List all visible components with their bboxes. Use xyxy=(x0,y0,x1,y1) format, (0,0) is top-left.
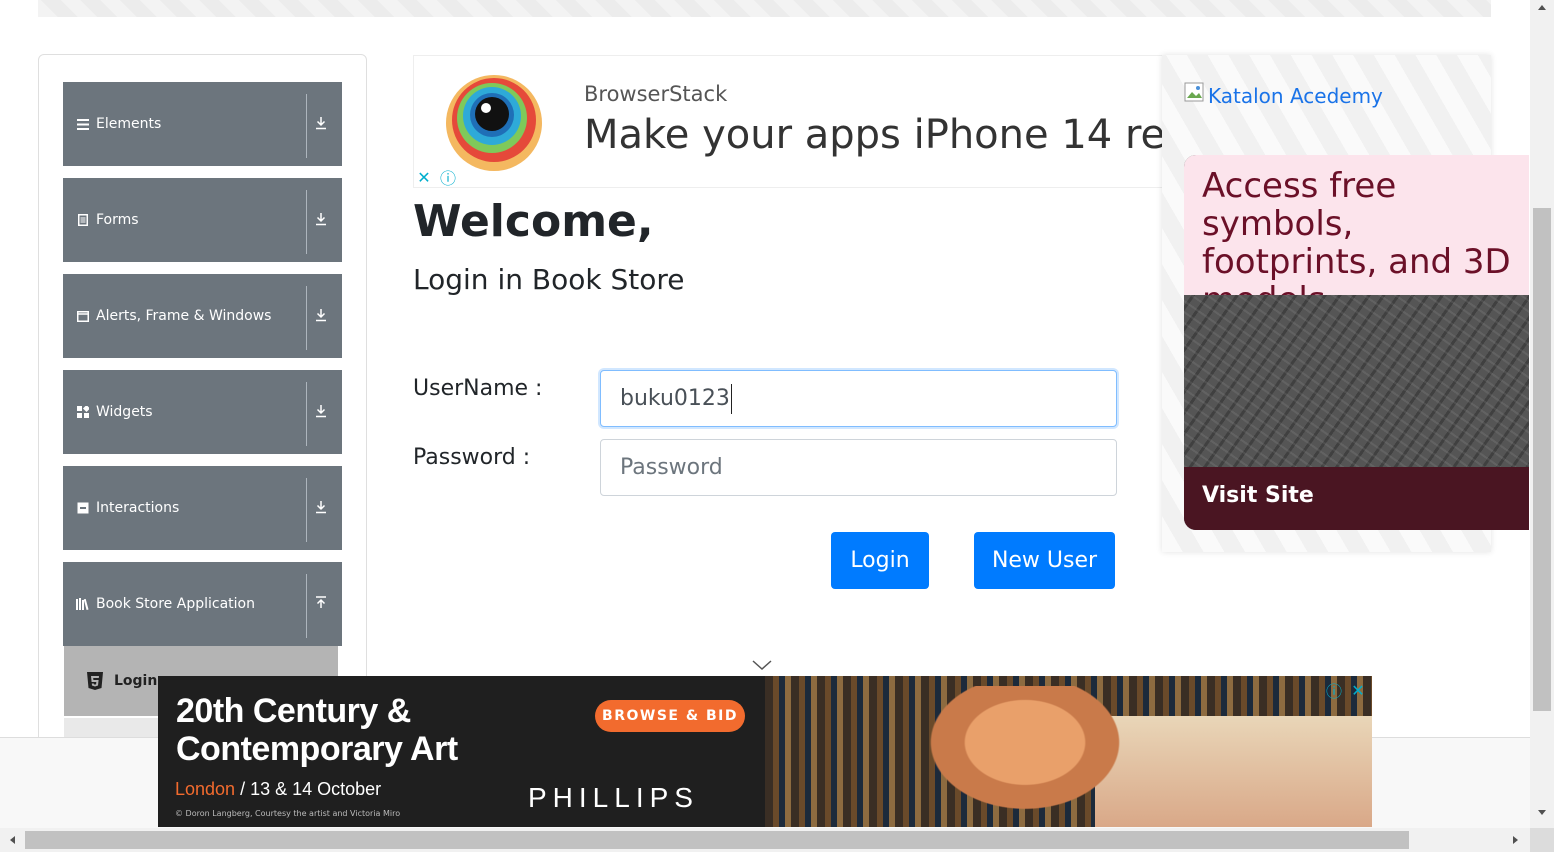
ad-dates: / 13 & 14 October xyxy=(235,779,382,799)
list-icon xyxy=(76,117,90,131)
sidebar-group-elements[interactable]: Elements xyxy=(63,82,342,166)
sidebar-group-label: Interactions xyxy=(96,500,180,516)
download-icon[interactable] xyxy=(315,212,329,228)
interactions-icon xyxy=(76,501,90,515)
ad-info-icon[interactable]: ⓘ xyxy=(438,167,458,188)
scroll-up-icon[interactable] xyxy=(1534,0,1550,14)
password-placeholder: Password xyxy=(620,455,723,480)
html5-icon xyxy=(86,671,104,691)
katalon-ad-link[interactable]: Katalon Acedemy xyxy=(1208,84,1383,108)
sidebar-item-label: Login xyxy=(114,673,158,689)
ad-headline: Make your apps iPhone 14 re xyxy=(584,112,1164,158)
divider xyxy=(306,574,307,638)
vertical-scroll-thumb[interactable] xyxy=(1533,208,1551,711)
sidebar-group-label: Widgets xyxy=(96,404,153,420)
ad-close-icon[interactable]: ✕ xyxy=(414,167,434,187)
ad-left-panel: 20th Century & Contemporary Art BROWSE &… xyxy=(158,676,765,827)
sidebar-group-forms[interactable]: Forms xyxy=(63,178,342,262)
ad-title: 20th Century & Contemporary Art xyxy=(176,692,458,768)
sidebar-group-interactions[interactable]: Interactions xyxy=(63,466,342,550)
scroll-down-icon[interactable] xyxy=(1534,806,1550,820)
ad-card[interactable]: Access free symbols, footprints, and 3D … xyxy=(1184,155,1529,530)
divider xyxy=(306,94,307,158)
widgets-icon xyxy=(76,405,90,419)
chevron-down-icon[interactable] xyxy=(752,658,772,672)
download-icon[interactable] xyxy=(315,404,329,420)
ad-brand-logo: PHILLIPS xyxy=(528,782,699,813)
sidebar-group-alerts-frame-windows[interactable]: Alerts, Frame & Windows xyxy=(63,274,342,358)
form-icon xyxy=(76,213,90,227)
ad-credit: © Doron Langberg, Courtesy the artist an… xyxy=(175,809,401,818)
divider xyxy=(306,286,307,350)
page-title: Welcome, xyxy=(413,196,654,247)
scroll-left-icon[interactable] xyxy=(6,832,18,848)
sidebar-group-label: Elements xyxy=(96,116,162,132)
divider xyxy=(306,190,307,254)
browse-bid-button[interactable]: BROWSE & BID xyxy=(595,700,745,732)
painting-figure xyxy=(905,686,1145,827)
scroll-right-icon[interactable] xyxy=(1510,832,1522,848)
ad-info-icon[interactable]: ⓘ xyxy=(1324,680,1344,701)
text-caret xyxy=(730,383,732,414)
ad-card-header: Access free symbols, footprints, and 3D … xyxy=(1184,155,1529,319)
horizontal-scroll-thumb[interactable] xyxy=(25,831,1409,849)
password-input[interactable]: Password xyxy=(600,439,1117,496)
sidebar-group-widgets[interactable]: Widgets xyxy=(63,370,342,454)
bottom-advertisement[interactable]: 20th Century & Contemporary Art BROWSE &… xyxy=(158,676,1372,827)
ad-close-icon[interactable]: ✕ xyxy=(1348,680,1368,700)
books-icon xyxy=(76,597,90,611)
new-user-button[interactable]: New User xyxy=(974,532,1115,589)
download-icon[interactable] xyxy=(315,308,329,324)
painting-image xyxy=(765,676,1372,827)
ad-title-line: 20th Century & xyxy=(176,692,411,730)
ad-city: London xyxy=(175,779,236,799)
ad-brand: BrowserStack xyxy=(584,82,728,106)
ad-title-line: Contemporary Art xyxy=(176,730,458,768)
ad-location: London / 13 & 14 October xyxy=(175,779,381,800)
window-icon xyxy=(76,309,90,323)
download-icon[interactable] xyxy=(315,500,329,516)
upload-icon[interactable] xyxy=(315,596,329,612)
top-banner-strip xyxy=(38,0,1491,17)
visit-site-label: Visit Site xyxy=(1202,483,1314,508)
broken-image-icon xyxy=(1184,81,1208,105)
username-value: buku0123 xyxy=(620,386,730,411)
circuit-board-image xyxy=(1184,295,1529,467)
username-label: UserName : xyxy=(413,376,543,401)
sidebar-group-label: Book Store Application xyxy=(96,596,255,612)
page-subtitle: Login in Book Store xyxy=(413,263,685,296)
sidebar-group-label: Forms xyxy=(96,212,139,228)
sidebar-group-book-store-application[interactable]: Book Store Application xyxy=(63,562,342,646)
password-label: Password : xyxy=(413,445,531,470)
username-input[interactable]: buku0123 xyxy=(600,370,1117,427)
divider xyxy=(306,478,307,542)
login-button[interactable]: Login xyxy=(831,532,929,589)
download-icon[interactable] xyxy=(315,116,329,132)
divider xyxy=(306,382,307,446)
sidebar-group-label: Alerts, Frame & Windows xyxy=(96,308,272,324)
scrollbar-corner xyxy=(1530,828,1554,852)
visit-site-button[interactable]: Visit Site xyxy=(1184,467,1529,530)
browserstack-logo xyxy=(446,75,542,171)
